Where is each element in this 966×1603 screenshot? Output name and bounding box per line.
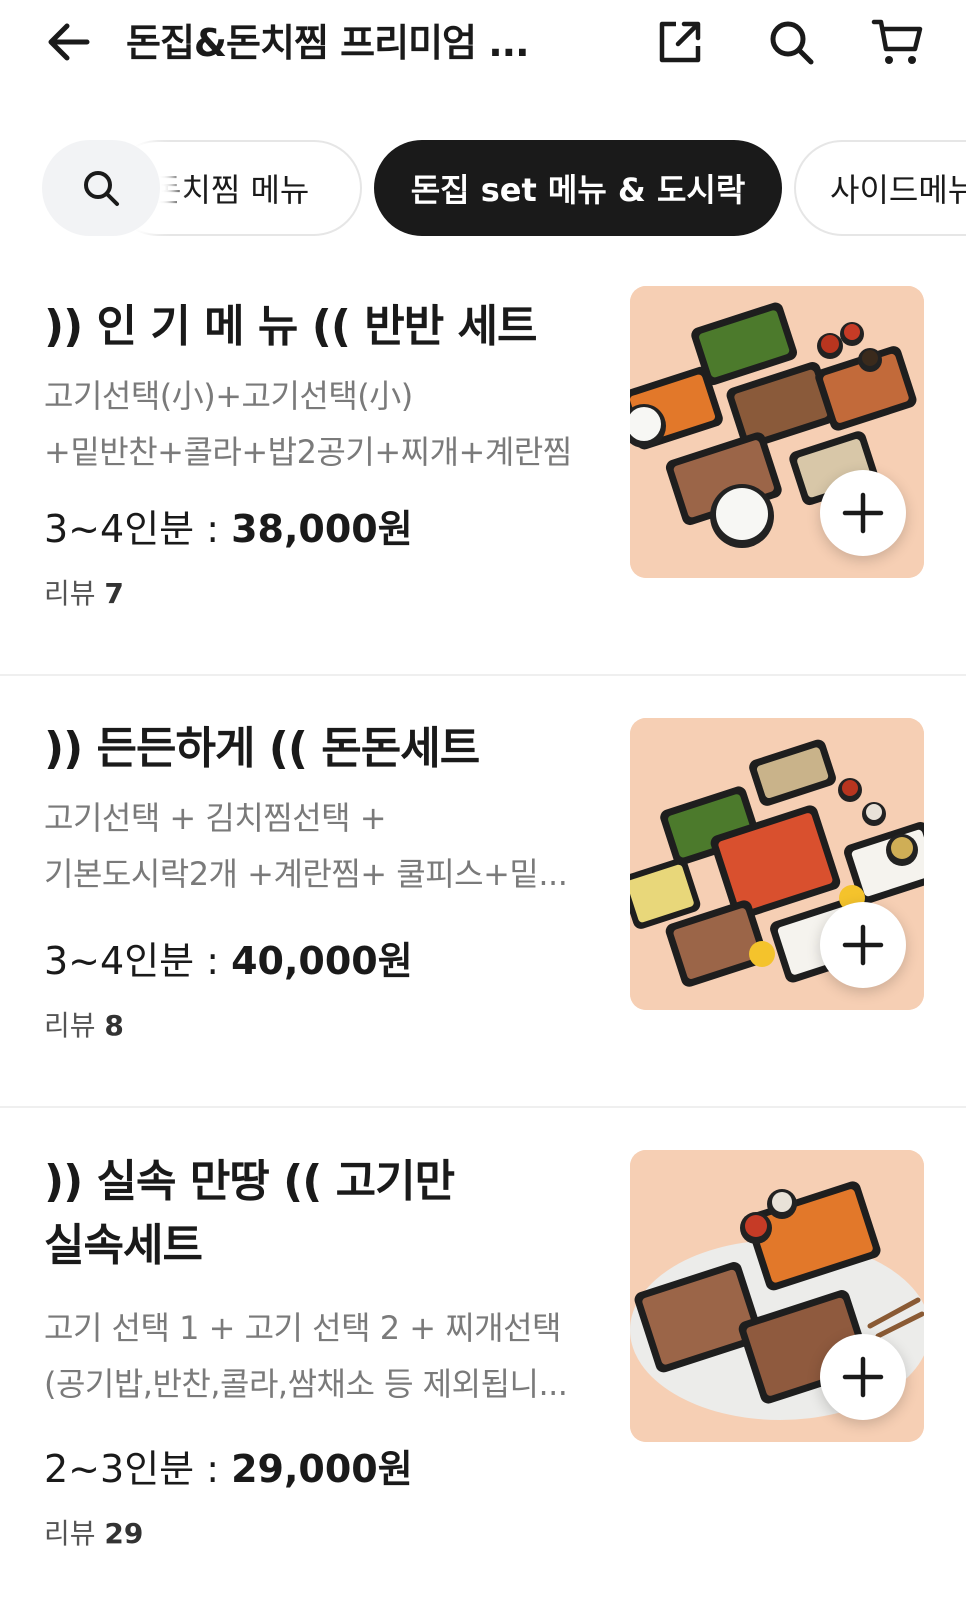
menu-item-price: 3~4인분 : 40,000원 (44, 936, 413, 986)
search-button[interactable] (763, 14, 819, 70)
tab-label: 돈치찜 메뉴 (152, 171, 310, 209)
plus-icon (842, 492, 884, 534)
serving-size: 3~4인분 : (44, 939, 232, 983)
tab-category-2-selected[interactable]: 돈집 set 메뉴 & 도시락 (374, 140, 782, 236)
category-tabs: 돈치찜 메뉴 돈집 set 메뉴 & 도시락 사이드메뉴 (0, 140, 966, 236)
description-line: 고기 선택 1 + 고기 선택 2 + 찌개선택 (44, 1309, 562, 1347)
description-line: (공기밥,반찬,콜라,쌈채소 등 제외됩니... (44, 1365, 568, 1403)
menu-item[interactable]: )) 실속 만땅 (( 고기만 실속세트 고기 선택 1 + 고기 선택 2 +… (0, 1150, 966, 1603)
cart-icon (871, 19, 923, 64)
add-to-cart-button[interactable] (820, 470, 906, 556)
serving-size: 3~4인분 : (44, 507, 232, 551)
price-amount: 40,000원 (231, 939, 413, 983)
serving-size: 2~3인분 : (44, 1447, 232, 1491)
review-number: 8 (104, 1009, 124, 1042)
search-icon (84, 171, 119, 206)
search-icon (770, 21, 814, 65)
menu-item-name: )) 인 기 메 뉴 (( 반반 세트 (44, 301, 538, 352)
review-label: 리뷰 (44, 1009, 105, 1042)
plus-icon (842, 1356, 884, 1398)
menu-item-name: )) 실속 만땅 (( 고기만 실속세트 (44, 1150, 614, 1278)
description-line: +밑반찬+콜라+밥2공기+찌개+계란찜 (44, 433, 572, 471)
divider (0, 1106, 966, 1108)
review-label: 리뷰 (44, 577, 105, 610)
tab-category-3[interactable]: 사이드메뉴 (794, 140, 966, 236)
review-number: 29 (104, 1517, 144, 1550)
plus-icon (842, 924, 884, 966)
menu-item-price: 2~3인분 : 29,000원 (44, 1444, 413, 1494)
back-button[interactable] (40, 14, 96, 70)
store-title: 돈집&돈치찜 프리미엄 ... (126, 21, 530, 65)
review-count: 리뷰 8 (44, 1006, 124, 1046)
add-to-cart-button[interactable] (820, 902, 906, 988)
name-line: )) 실속 만땅 (( 고기만 (44, 1156, 455, 1207)
top-app-bar: 돈집&돈치찜 프리미엄 ... (0, 0, 966, 86)
description-line: 고기선택(小)+고기선택(小) (44, 377, 413, 415)
app-screen: 돈집&돈치찜 프리미엄 ... 돈치찜 메뉴 돈집 set 메뉴 & 도시락 사… (0, 0, 966, 1603)
tab-label: 돈집 set 메뉴 & 도시락 (410, 171, 746, 209)
name-line: 실속세트 (44, 1220, 203, 1271)
share-button[interactable] (652, 14, 708, 70)
menu-item[interactable]: )) 인 기 메 뉴 (( 반반 세트 고기선택(小)+고기선택(小) +밑반찬… (0, 286, 966, 674)
menu-item-description: 고기선택 + 김치찜선택 + 기본도시락2개 +계란찜+ 쿨피스+밑... (44, 790, 604, 902)
share-icon (659, 21, 701, 63)
arrow-left-icon (48, 23, 90, 61)
price-amount: 38,000원 (231, 507, 413, 551)
review-number: 7 (104, 577, 124, 610)
review-count: 리뷰 29 (44, 1514, 143, 1554)
price-amount: 29,000원 (231, 1447, 413, 1491)
menu-item-description: 고기선택(小)+고기선택(小) +밑반찬+콜라+밥2공기+찌개+계란찜 (44, 368, 604, 480)
menu-item-description: 고기 선택 1 + 고기 선택 2 + 찌개선택 (공기밥,반찬,콜라,쌈채소 … (44, 1300, 604, 1412)
review-count: 리뷰 7 (44, 574, 124, 614)
description-line: 기본도시락2개 +계란찜+ 쿨피스+밑... (44, 855, 568, 893)
description-line: 고기선택 + 김치찜선택 + (44, 799, 387, 837)
tab-label: 사이드메뉴 (830, 171, 966, 209)
menu-item[interactable]: )) 든든하게 (( 돈돈세트 고기선택 + 김치찜선택 + 기본도시락2개 +… (0, 718, 966, 1106)
cart-button[interactable] (870, 14, 926, 70)
menu-item-price: 3~4인분 : 38,000원 (44, 504, 413, 554)
divider (0, 674, 966, 676)
menu-item-name: )) 든든하게 (( 돈돈세트 (44, 723, 480, 774)
menu-search-button[interactable] (42, 140, 160, 236)
add-to-cart-button[interactable] (820, 1334, 906, 1420)
review-label: 리뷰 (44, 1517, 105, 1550)
